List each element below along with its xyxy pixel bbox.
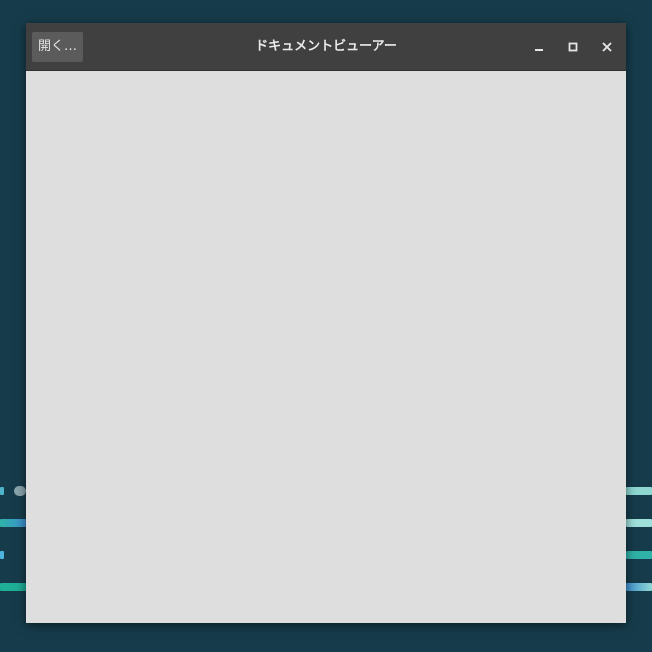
desktop-streak (14, 486, 26, 496)
desktop-streak (0, 519, 26, 527)
desktop-streak (0, 487, 4, 495)
desktop-streak (0, 583, 26, 591)
desktop-streak (626, 519, 652, 527)
maximize-icon (567, 41, 579, 53)
minimize-button[interactable] (527, 35, 551, 59)
desktop-streak (626, 583, 652, 591)
open-button[interactable]: 開く… (32, 32, 83, 62)
desktop-streak (626, 487, 652, 495)
minimize-icon (533, 41, 545, 53)
document-view-area[interactable] (26, 71, 626, 623)
close-icon (601, 41, 613, 53)
maximize-button[interactable] (561, 35, 585, 59)
close-button[interactable] (595, 35, 619, 59)
desktop-streak (0, 551, 4, 559)
document-viewer-window: 開く… ドキュメントビューアー (26, 23, 626, 623)
title-bar[interactable]: 開く… ドキュメントビューアー (26, 23, 626, 71)
desktop-streak (626, 551, 652, 559)
